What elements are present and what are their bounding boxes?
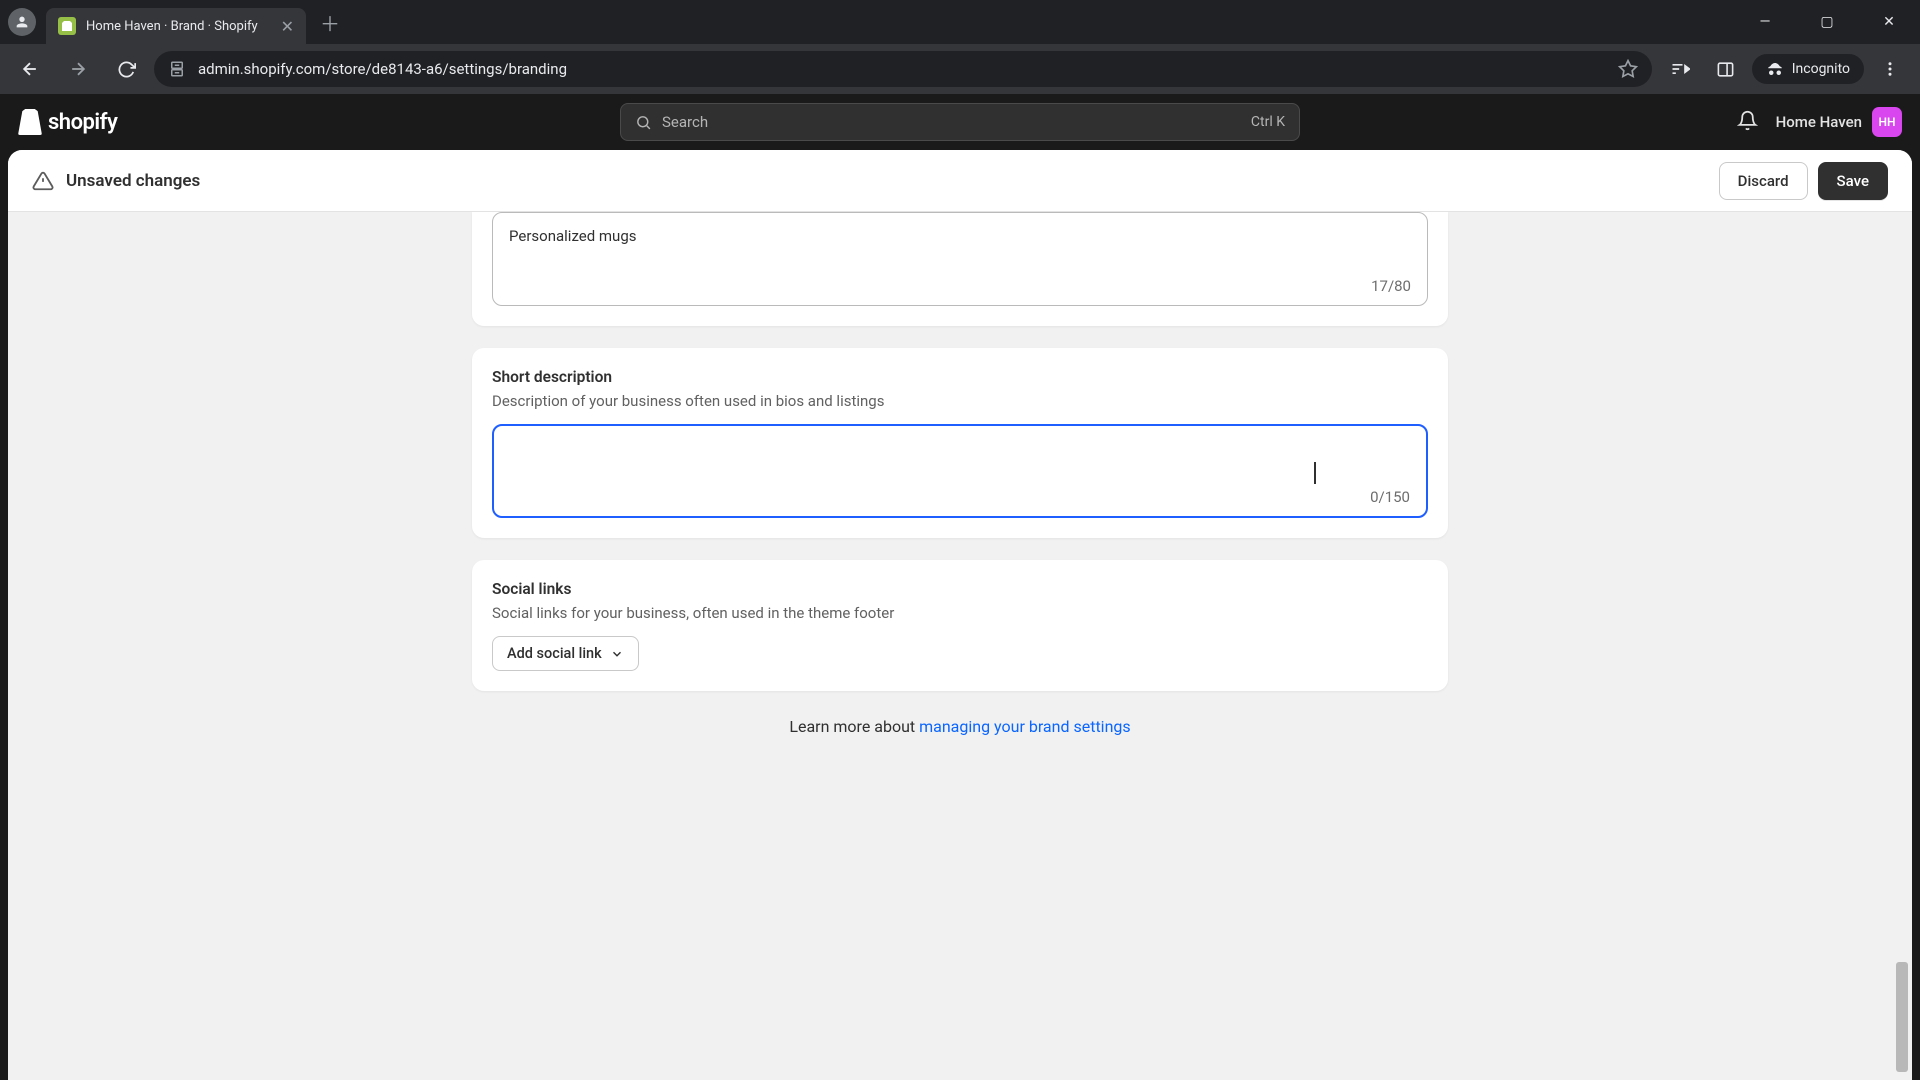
- learn-more-footer: Learn more about managing your brand set…: [8, 717, 1912, 736]
- tab-title: Home Haven · Brand · Shopify: [86, 19, 273, 34]
- save-button[interactable]: Save: [1818, 162, 1888, 200]
- address-bar: admin.shopify.com/store/de8143-a6/settin…: [0, 44, 1920, 94]
- search-shortcut: Ctrl K: [1251, 114, 1285, 130]
- app-body: Unsaved changes Discard Save Personalize…: [0, 150, 1920, 1080]
- slogan-input[interactable]: Personalized mugs 17/80: [492, 212, 1428, 306]
- shopify-logo[interactable]: shopify: [18, 109, 117, 135]
- app-header: shopify Search Ctrl K Home Haven HH: [0, 94, 1920, 150]
- store-menu[interactable]: Home Haven HH: [1776, 107, 1902, 137]
- contextual-save-bar: Unsaved changes Discard Save: [8, 150, 1912, 212]
- bell-icon: [1737, 110, 1758, 131]
- notifications-button[interactable]: [1737, 110, 1758, 135]
- chevron-down-icon: [610, 647, 624, 661]
- url-field[interactable]: admin.shopify.com/store/de8143-a6/settin…: [154, 51, 1652, 87]
- search-icon: [635, 114, 652, 131]
- shopify-wordmark: shopify: [48, 110, 117, 135]
- add-social-link-button[interactable]: Add social link: [492, 636, 639, 671]
- browser-tab[interactable]: Home Haven · Brand · Shopify ✕: [46, 8, 306, 44]
- reload-button[interactable]: [106, 49, 146, 89]
- slogan-card: Personalized mugs 17/80: [472, 212, 1448, 326]
- user-icon: [14, 14, 30, 30]
- slogan-counter: 17/80: [1371, 277, 1411, 295]
- slogan-value: Personalized mugs: [509, 227, 637, 245]
- reload-icon: [117, 60, 136, 79]
- text-caret: [1314, 462, 1316, 484]
- short-description-card: Short description Description of your bu…: [472, 348, 1448, 538]
- content-scroll[interactable]: Personalized mugs 17/80 Short descriptio…: [8, 212, 1912, 1080]
- add-social-link-label: Add social link: [507, 645, 602, 662]
- short-description-title: Short description: [492, 368, 1428, 386]
- close-icon[interactable]: ✕: [281, 17, 294, 36]
- unsaved-message: Unsaved changes: [66, 171, 200, 191]
- learn-more-link[interactable]: managing your brand settings: [919, 717, 1131, 736]
- incognito-indicator[interactable]: Incognito: [1752, 54, 1864, 84]
- search-placeholder: Search: [662, 113, 708, 131]
- scrollbar-track[interactable]: [1894, 212, 1910, 1080]
- global-search[interactable]: Search Ctrl K: [620, 103, 1300, 141]
- tab-favicon: [58, 17, 76, 35]
- learn-more-prefix: Learn more about: [789, 717, 919, 736]
- media-controls-icon[interactable]: [1660, 49, 1700, 89]
- new-tab-button[interactable]: ＋: [320, 8, 340, 37]
- arrow-left-icon: [20, 59, 40, 79]
- incognito-label: Incognito: [1792, 61, 1850, 77]
- warning-icon: [32, 170, 54, 192]
- store-avatar: HH: [1872, 107, 1902, 137]
- social-links-title: Social links: [492, 580, 1428, 598]
- close-window-button[interactable]: ✕: [1866, 14, 1912, 30]
- arrow-right-icon: [68, 59, 88, 79]
- store-name: Home Haven: [1776, 113, 1862, 131]
- site-settings-icon[interactable]: [168, 60, 186, 78]
- bookmark-icon[interactable]: [1618, 59, 1638, 79]
- kebab-icon: [1881, 60, 1899, 78]
- minimize-button[interactable]: ―: [1742, 14, 1788, 30]
- window-controls: ― ▢ ✕: [1742, 0, 1912, 44]
- short-description-subtitle: Description of your business often used …: [492, 392, 1428, 410]
- browser-menu-button[interactable]: [1870, 49, 1910, 89]
- tab-strip: Home Haven · Brand · Shopify ✕ ＋ ― ▢ ✕: [0, 0, 1920, 44]
- scrollbar-thumb[interactable]: [1896, 962, 1908, 1072]
- forward-button[interactable]: [58, 49, 98, 89]
- shopify-bag-icon: [18, 109, 42, 135]
- short-description-input[interactable]: 0/150: [492, 424, 1428, 518]
- back-button[interactable]: [10, 49, 50, 89]
- short-description-counter: 0/150: [1370, 488, 1410, 506]
- social-links-card: Social links Social links for your busin…: [472, 560, 1448, 691]
- maximize-button[interactable]: ▢: [1804, 14, 1850, 30]
- incognito-icon: [1766, 60, 1784, 78]
- page-surface: Unsaved changes Discard Save Personalize…: [8, 150, 1912, 1080]
- discard-button[interactable]: Discard: [1719, 162, 1808, 200]
- browser-profile-button[interactable]: [8, 8, 36, 36]
- url-text: admin.shopify.com/store/de8143-a6/settin…: [198, 60, 1606, 78]
- browser-chrome: Home Haven · Brand · Shopify ✕ ＋ ― ▢ ✕ a…: [0, 0, 1920, 94]
- side-panel-icon[interactable]: [1706, 49, 1746, 89]
- social-links-subtitle: Social links for your business, often us…: [492, 604, 1428, 622]
